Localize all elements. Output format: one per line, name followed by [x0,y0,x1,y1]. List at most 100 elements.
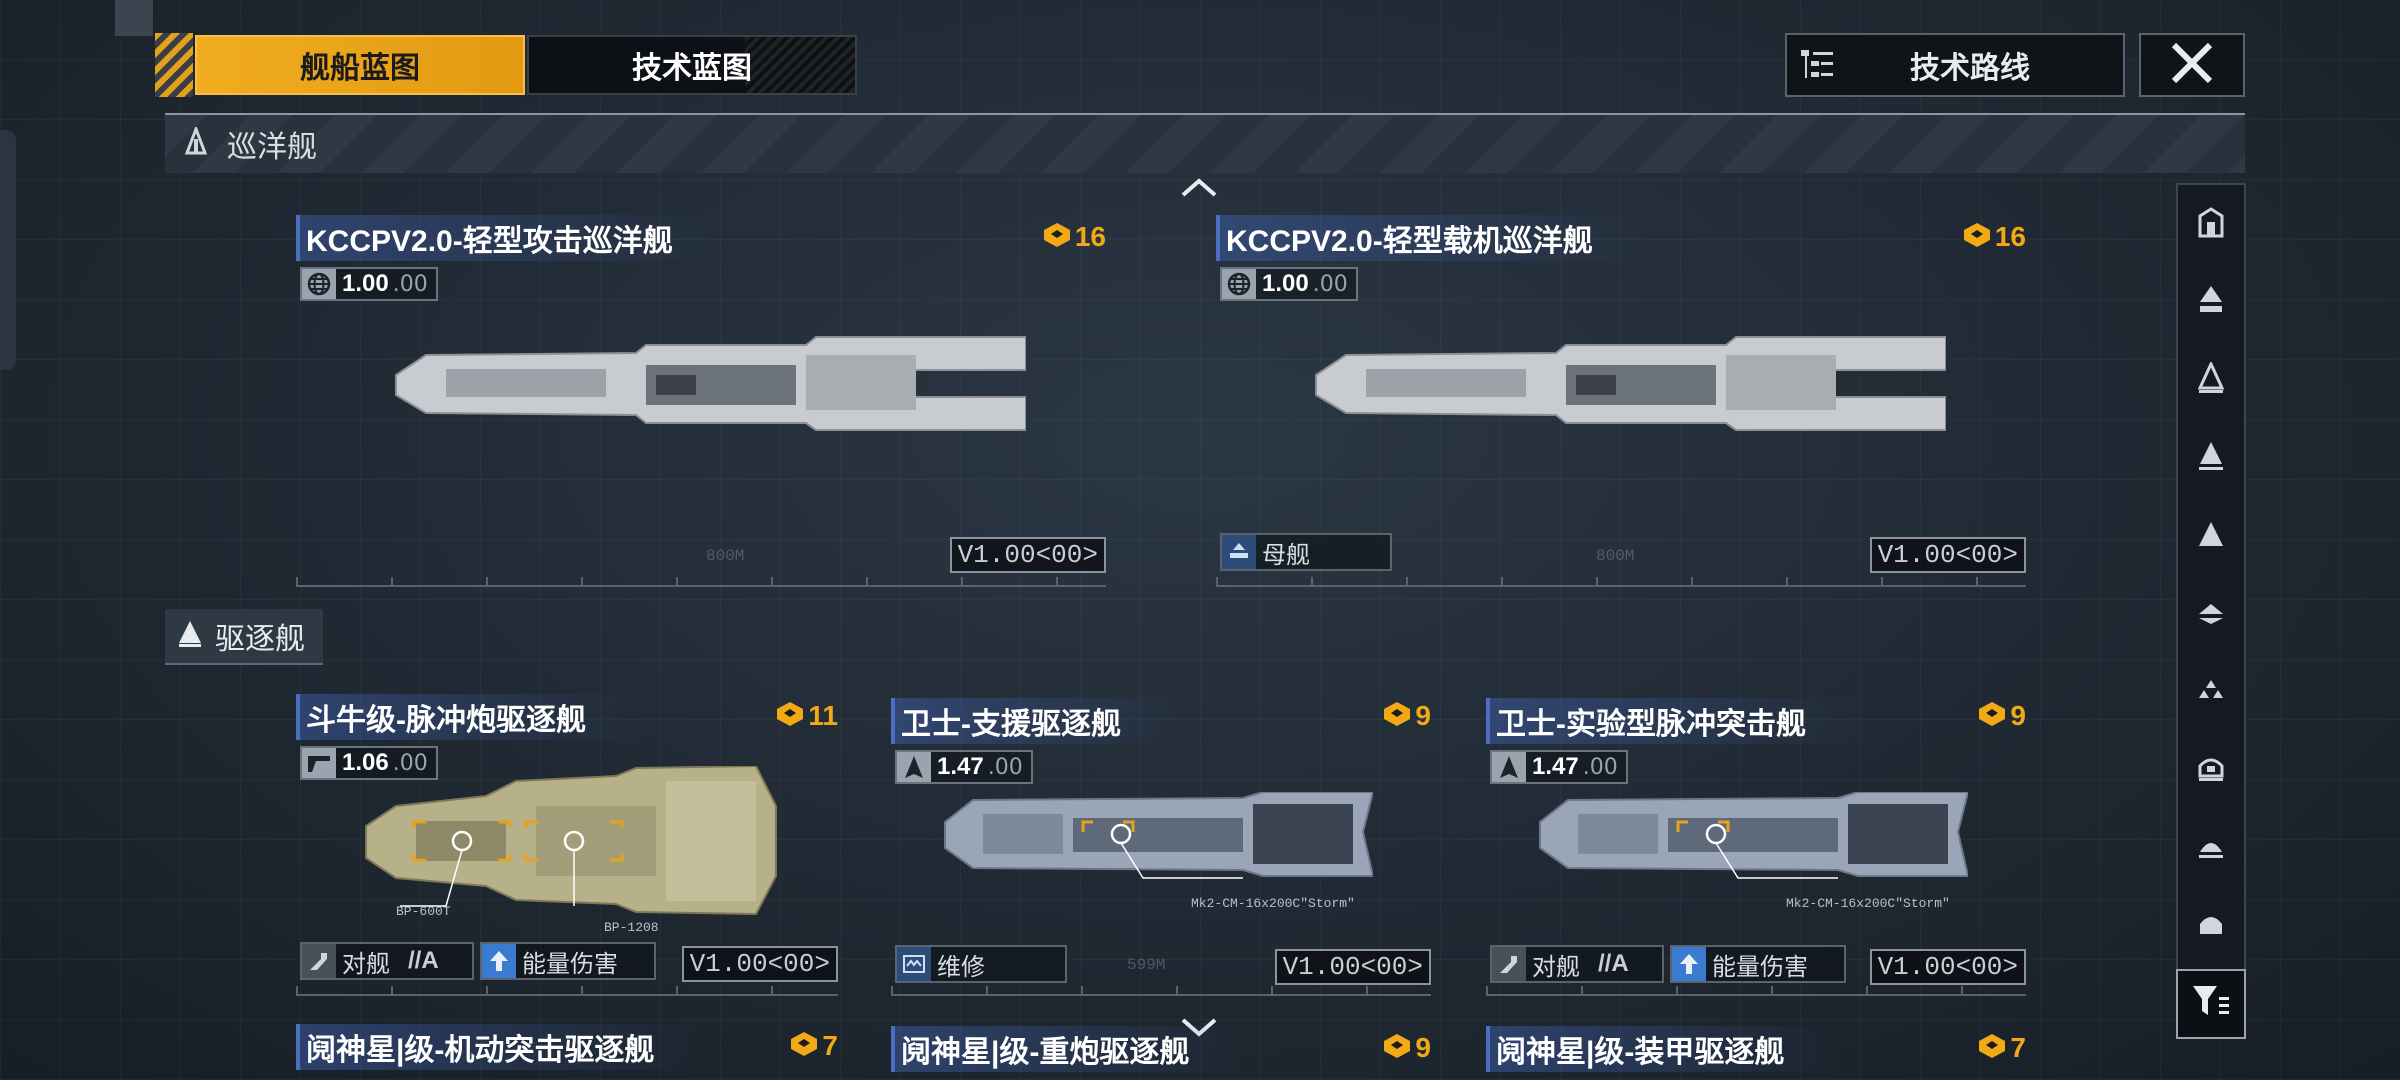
repair-icon [897,947,931,981]
filter-station[interactable] [2178,731,2244,809]
cost-value: 7 [822,1030,838,1061]
filter-shield[interactable] [2178,887,2244,965]
cost-value: 16 [1994,221,2026,252]
cost-display: 7 [1978,1032,2026,1064]
version-label: V1.00<00> [1869,949,2026,985]
cost-value: 16 [1074,221,1106,252]
filter-cruiser[interactable] [2178,341,2244,419]
ship-card[interactable]: KCCPV2.0-轻型载机巡洋舰 16 1.00 .00 800M 母舰 V1.… [1216,215,2026,587]
level-sub: .00 [987,754,1023,780]
filter-carrier[interactable] [2178,263,2244,341]
filter-destroyer[interactable] [2178,419,2244,497]
shield-icon [2196,908,2226,944]
ship-card[interactable]: 阋神星|级-重炮驱逐舰 9 [891,1026,1431,1080]
anti-ship-icon [302,944,336,978]
tag-label: 对舰 [1532,952,1580,981]
cost-display: 16 [1043,221,1106,253]
ship-title: KCCPV2.0-轻型载机巡洋舰 [1226,225,1593,258]
close-icon [2169,40,2215,90]
tag-label: 对舰 [342,949,390,978]
version-label: V1.00<00> [681,946,838,982]
destroyer-icon [2196,440,2226,476]
cost-display: 9 [1383,700,1431,732]
command-cost-icon [1383,701,1411,731]
ship-class-filter-bar [2176,183,2246,973]
ship-card[interactable]: 阋神星|级-装甲驱逐舰 7 [1486,1026,2026,1080]
corvette-icon [2196,596,2226,632]
weapon-callout: BP-600T [396,904,451,919]
ship-title: 斗牛级-脉冲炮驱逐舰 [306,704,586,737]
filter-corvette[interactable] [2178,575,2244,653]
cost-value: 9 [2010,700,2026,731]
card-divider [296,585,1106,587]
carrier-icon [2196,284,2226,320]
tag-grade: //A [408,947,439,974]
ship-render [1315,336,1946,431]
ship-tags: 对舰 //A 能量伤害 [300,942,656,980]
ship-level-badge: 1.00 .00 [300,267,438,301]
tag-anti-ship: 对舰 //A [1490,945,1664,983]
ruler-ticks [1216,577,2026,585]
tag-carrier: 母舰 [1220,533,1392,571]
ship-title-bar: 卫士-实验型脉冲突击舰 [1486,698,1866,744]
ship-title: 卫士-支援驱逐舰 [901,708,1121,741]
tab-ship-blueprint[interactable]: 舰船蓝图 [195,35,525,95]
ship-title-bar: KCCPV2.0-轻型载机巡洋舰 [1216,215,1653,261]
card-divider [296,994,838,996]
tag-label: 能量伤害 [522,949,618,978]
card-divider [1486,994,2026,996]
ship-card[interactable]: 阋神星|级-机动突击驱逐舰 7 [296,1024,838,1080]
filter-dome[interactable] [2178,809,2244,887]
ship-render [365,766,777,916]
globe-icon [302,269,336,299]
tech-route-button[interactable]: 技术路线 [1785,33,2125,97]
ship-title: 卫士-实验型脉冲突击舰 [1496,708,1806,741]
filter-icon [2191,983,2231,1025]
cost-display: 7 [790,1030,838,1062]
cost-value: 11 [808,700,838,731]
ship-title: KCCPV2.0-轻型攻击巡洋舰 [306,225,673,258]
command-cost-icon [790,1031,818,1061]
section-header-cruiser: 巡洋舰 [165,113,2245,173]
ship-level-badge: 1.47 .00 [895,750,1033,784]
ship-card[interactable]: 卫士-实验型脉冲突击舰 9 1.47 .00 Mk2-CM-16x200C"St… [1486,694,2026,996]
filter-toggle-button[interactable] [2176,969,2246,1039]
tag-label: 维修 [937,952,985,981]
filter-hangar[interactable] [2178,185,2244,263]
frigate-icon [2196,518,2226,554]
ship-title-bar: 阋神星|级-机动突击驱逐舰 [296,1024,715,1070]
globe-icon [1222,269,1256,299]
version-label: V1.00<00> [949,537,1106,573]
filter-fighter-group[interactable] [2178,653,2244,731]
station-icon [2196,752,2226,788]
ship-render [395,336,1026,431]
tech-route-label: 技术路线 [1910,51,2030,86]
close-button[interactable] [2139,33,2245,97]
tag-label: 母舰 [1262,540,1310,569]
cruiser-class-icon [183,124,209,161]
tree-list-icon [1787,48,1847,82]
ship-render [1539,792,1968,879]
level-value: 1.00 [1262,270,1309,297]
tag-anti-ship: 对舰 //A [300,942,474,980]
command-cost-icon [1978,1033,2006,1063]
ship-title-bar: 斗牛级-脉冲炮驱逐舰 [296,694,646,740]
ship-card[interactable]: 卫士-支援驱逐舰 9 1.47 .00 Mk2-CM-16x200C"Storm… [891,694,1431,996]
filter-frigate[interactable] [2178,497,2244,575]
scroll-up-button[interactable] [1180,176,1218,202]
level-sub: .00 [1582,754,1618,780]
anti-ship-icon [1492,947,1526,981]
top-bar: 舰船蓝图 技术蓝图 技术路线 [155,33,2245,97]
ship-title: 阋神星|级-重炮驱逐舰 [901,1036,1190,1069]
side-drawer-handle[interactable] [0,130,16,370]
ship-card[interactable]: KCCPV2.0-轻型攻击巡洋舰 16 1.00 .00 800M V1.00<… [296,215,1106,587]
version-label: V1.00<00> [1869,537,2026,573]
ship-card[interactable]: 斗牛级-脉冲炮驱逐舰 11 1.06 .00 BP-600T BP-1208 对… [296,694,838,996]
hangar-icon [2196,206,2226,242]
command-cost-icon [1043,222,1071,252]
tab-tech-blueprint[interactable]: 技术蓝图 [527,35,857,95]
cost-display: 9 [1978,700,2026,732]
section-title: 驱逐舰 [215,622,305,657]
version-label: V1.00<00> [1274,949,1431,985]
cruiser-icon [2196,360,2226,398]
